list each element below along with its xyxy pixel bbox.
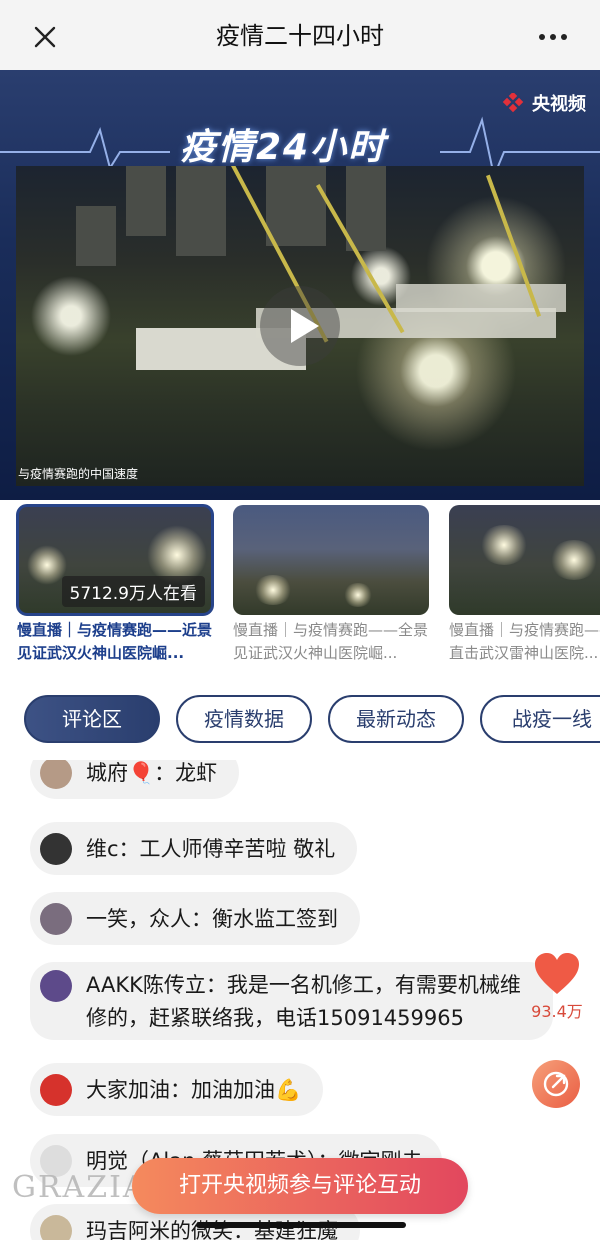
nav-bar: 疫情二十四小时 <box>0 0 600 71</box>
comment-text: 城府🎈：龙虾 <box>86 761 218 785</box>
avatar <box>40 760 72 789</box>
close-icon[interactable] <box>30 22 60 52</box>
stream-list: 5712.9万人在看 慢直播｜与疫情赛跑——近景见证武汉火神山医院崛... 慢直… <box>0 500 600 680</box>
brand-logo-icon <box>502 93 524 113</box>
share-icon <box>543 1071 569 1097</box>
stream-thumbnail: 5712.9万人在看 <box>16 504 214 616</box>
stream-caption: 慢直播｜与疫情赛跑——全景见证武汉火神山医院崛... <box>233 621 429 662</box>
tab-frontline[interactable]: 战疫一线 <box>480 695 600 743</box>
stream-caption: 慢直播｜与疫情赛跑——近景见证武汉火神山医院崛... <box>17 621 213 662</box>
stream-card-2[interactable]: 慢直播｜与疫情赛跑——全景见证武汉火神山医院崛... <box>233 505 429 665</box>
avatar <box>40 1074 72 1106</box>
open-app-comment-button[interactable]: 打开央视频参与评论互动 <box>132 1158 468 1214</box>
play-icon <box>291 309 319 343</box>
avatar <box>40 1215 72 1240</box>
like-count: 93.4万 <box>531 1002 583 1021</box>
brand-name: 央视频 <box>532 94 586 115</box>
share-button[interactable] <box>532 1060 580 1108</box>
brand-logo: 央视频 <box>500 90 586 116</box>
banner-title: 疫情24小时 <box>180 127 387 168</box>
comment-text: 一笑，众人：衡水监工签到 <box>86 907 338 931</box>
avatar <box>40 903 72 935</box>
tab-bar: 评论区 疫情数据 最新动态 战疫一线 <box>0 680 600 760</box>
play-button[interactable] <box>260 286 340 366</box>
comment-text: 维c：工人师傅辛苦啦 敬礼 <box>86 837 336 861</box>
tab-comments[interactable]: 评论区 <box>24 695 160 743</box>
avatar <box>40 970 72 1002</box>
stream-caption: 慢直播｜与疫情赛跑——近景直击武汉雷神山医院... <box>449 621 600 662</box>
comment-item: 一笑，众人：衡水监工签到 <box>30 892 360 945</box>
watermark: GRAZIA <box>12 1170 147 1205</box>
comment-text: 大家加油：加油加油💪 <box>86 1078 302 1102</box>
tab-latest-news[interactable]: 最新动态 <box>328 695 464 743</box>
tab-epidemic-data[interactable]: 疫情数据 <box>176 695 312 743</box>
comment-item: 维c：工人师傅辛苦啦 敬礼 <box>30 822 358 875</box>
stream-card-1[interactable]: 5712.9万人在看 慢直播｜与疫情赛跑——近景见证武汉火神山医院崛... <box>16 504 214 665</box>
comment-text: AAKK陈传立：我是一名机修工，有需要机械维修的，赶紧联络我，电话1509145… <box>86 973 521 1030</box>
stream-card-3[interactable]: 慢直播｜与疫情赛跑——近景直击武汉雷神山医院... <box>449 505 600 665</box>
comment-item: 城府🎈：龙虾 <box>30 760 240 799</box>
video-caption: 与疫情赛跑的中国速度 <box>18 467 139 481</box>
viewer-count: 5712.9万人在看 <box>61 576 205 607</box>
stream-thumbnail <box>233 505 429 615</box>
home-indicator <box>196 1222 406 1228</box>
like-heart-icon[interactable] <box>533 952 581 996</box>
comment-item: AAKK陈传立：我是一名机修工，有需要机械维修的，赶紧联络我，电话1509145… <box>30 962 553 1040</box>
live-video-player[interactable]: 与疫情赛跑的中国速度 <box>16 166 584 486</box>
page-title: 疫情二十四小时 <box>216 22 384 50</box>
comment-item: 大家加油：加油加油💪 <box>30 1063 324 1116</box>
stream-thumbnail <box>449 505 600 615</box>
live-banner: 央视频 疫情24小时 与疫情赛跑的中国速度 <box>0 70 600 500</box>
avatar <box>40 833 72 865</box>
more-icon[interactable] <box>536 22 570 52</box>
